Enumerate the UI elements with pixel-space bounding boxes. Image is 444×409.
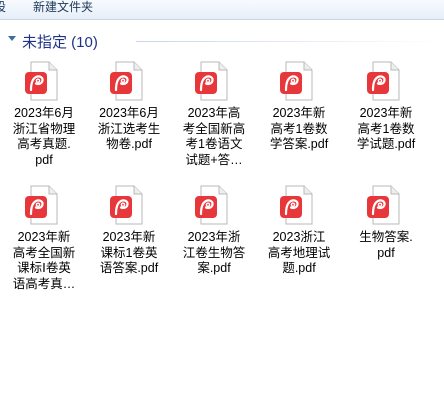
file-name: 2023年新 高考1卷数 学试题.pdf [356, 106, 416, 151]
new-folder-button[interactable]: 新建文件夹 [33, 0, 93, 18]
group-title: 未指定 (10) [22, 34, 98, 51]
group-divider [136, 41, 442, 42]
file-item[interactable]: 2023年新 高考1卷数 学答案.pdf [256, 58, 342, 178]
pdf-icon [193, 58, 231, 104]
file-item[interactable]: 2023年新 高考全国新 课标Ⅰ卷英 语高考真… [1, 182, 87, 302]
file-name: 2023年新 课标1卷英 语答案.pdf [99, 230, 159, 275]
file-item[interactable]: 2023年6月 浙江省物理 高考真题. pdf [1, 58, 87, 178]
pdf-icon [23, 58, 61, 104]
pdf-icon [108, 58, 146, 104]
chevron-down-icon[interactable] [8, 36, 16, 41]
file-item[interactable]: 2023年新 课标1卷英 语答案.pdf [86, 182, 172, 302]
pdf-icon [365, 58, 403, 104]
pdf-icon [23, 182, 61, 228]
file-item[interactable]: 2023年新 高考1卷数 学试题.pdf [343, 58, 429, 178]
file-name: 2023年新 高考全国新 课标Ⅰ卷英 语高考真… [12, 230, 76, 291]
pdf-icon [278, 58, 316, 104]
file-item[interactable]: 2023浙江 高考地理试 题.pdf [256, 182, 342, 302]
pdf-icon [365, 182, 403, 228]
pdf-icon [193, 182, 231, 228]
file-name: 2023年新 高考1卷数 学答案.pdf [269, 106, 329, 151]
file-item[interactable]: 2023年浙 江卷生物答 案.pdf [171, 182, 257, 302]
file-name: 2023年6月 浙江选考生 物卷.pdf [97, 106, 161, 151]
toolbar-partial-button[interactable]: 设 [0, 0, 6, 18]
file-item[interactable]: 2023年高 考全国新高 考1卷语文 试题+答… [171, 58, 257, 178]
toolbar: 设 新建文件夹 [0, 0, 444, 20]
file-name: 2023年浙 江卷生物答 案.pdf [182, 230, 246, 275]
group-header-unspecified[interactable]: 未指定 (10) [0, 30, 444, 52]
explorer-window: 设 新建文件夹 未指定 (10) 2023年6月 浙江省物理 高考真题. pdf… [0, 0, 444, 409]
file-item[interactable]: 2023年6月 浙江选考生 物卷.pdf [86, 58, 172, 178]
file-name: 生物答案. pdf [359, 230, 413, 260]
pdf-icon [278, 182, 316, 228]
file-name: 2023浙江 高考地理试 题.pdf [267, 230, 331, 275]
file-name: 2023年6月 浙江省物理 高考真题. pdf [12, 106, 76, 167]
pdf-icon [108, 182, 146, 228]
file-item[interactable]: 生物答案. pdf [343, 182, 429, 302]
file-name: 2023年高 考全国新高 考1卷语文 试题+答… [182, 106, 246, 167]
